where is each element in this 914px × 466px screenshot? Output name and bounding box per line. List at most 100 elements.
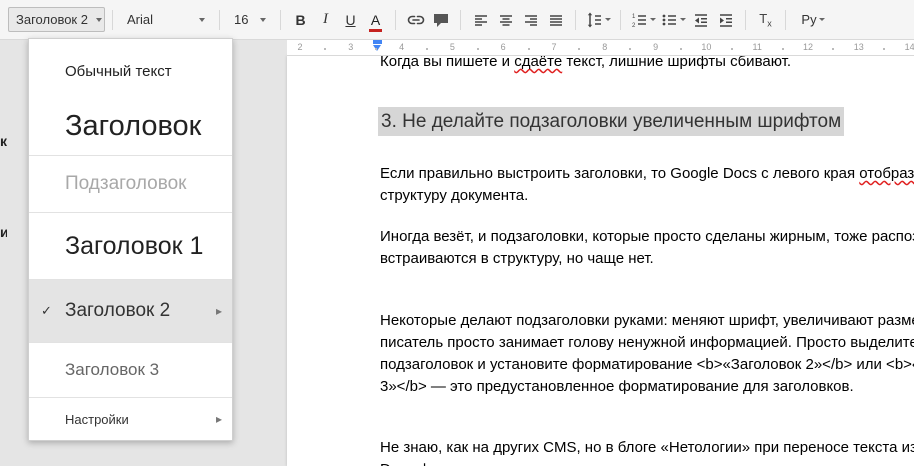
align-left-button[interactable]	[468, 7, 493, 33]
increase-indent-icon	[717, 11, 735, 29]
google-docs-window: Заголовок 2 Arial 16 B I U A	[0, 0, 914, 466]
ruler-tick	[629, 48, 631, 50]
menu-item-title[interactable]: Заголовок	[29, 97, 232, 155]
menu-item-heading-2[interactable]: ✓ Заголовок 2 ▸	[29, 280, 232, 342]
ruler-number: 3	[348, 42, 353, 52]
font-family-value: Arial	[127, 12, 153, 27]
ruler-number: 9	[653, 42, 658, 52]
menu-item-heading-1[interactable]: Заголовок 1	[29, 213, 232, 279]
ruler-number: 8	[602, 42, 607, 52]
highlighted-heading-text: 3. Не делайте подзаголовки увеличенным ш…	[378, 107, 844, 136]
clear-formatting-button[interactable]: Tx	[753, 7, 778, 33]
chevron-down-icon	[680, 18, 686, 21]
doc-paragraph-line[interactable]: 3»</b> — это предустановленное форматиро…	[380, 376, 854, 398]
ruler-number: 5	[450, 42, 455, 52]
insert-comment-button[interactable]	[428, 7, 453, 33]
line-spacing-button[interactable]	[583, 7, 613, 33]
ruler-tick	[324, 48, 326, 50]
chevron-down-icon	[650, 18, 656, 21]
doc-intro-line[interactable]: Когда вы пишете и сдаёте текст, лишние ш…	[380, 56, 791, 73]
increase-indent-button[interactable]	[713, 7, 738, 33]
ruler-number: 6	[501, 42, 506, 52]
ruler-number: 7	[551, 42, 556, 52]
align-justify-icon	[547, 11, 565, 29]
menu-item-label: Заголовок	[65, 110, 201, 143]
menu-item-heading-3[interactable]: Заголовок 3	[29, 343, 232, 397]
doc-paragraph-line[interactable]: встраиваются в структуру, но чаще нет.	[380, 248, 654, 270]
ruler-tick	[680, 48, 682, 50]
paragraph-style-selector[interactable]: Заголовок 2	[8, 7, 105, 32]
chevron-down-icon	[260, 18, 266, 22]
toolbar-separator	[785, 10, 786, 30]
menu-item-options[interactable]: Настройки ▸	[29, 398, 232, 440]
ruler-number: 11	[753, 42, 762, 52]
align-center-button[interactable]	[493, 7, 518, 33]
chevron-down-icon	[605, 18, 611, 21]
menu-item-label: Настройки	[65, 412, 129, 427]
toolbar-separator	[395, 10, 396, 30]
ruler-tick	[731, 48, 733, 50]
toolbar-separator	[219, 10, 220, 30]
chevron-down-icon	[199, 18, 205, 22]
decrease-indent-button[interactable]	[688, 7, 713, 33]
font-family-selector[interactable]: Arial	[120, 7, 212, 32]
font-size-value: 16	[234, 12, 248, 27]
svg-text:2: 2	[632, 23, 636, 29]
ruler-tick	[782, 48, 784, 50]
align-left-icon	[472, 11, 490, 29]
font-size-selector[interactable]: 16	[227, 7, 273, 32]
doc-paragraph-line[interactable]: Если правильно выстроить заголовки, то G…	[380, 163, 914, 185]
text-color-icon: A	[371, 13, 380, 27]
doc-paragraph-line[interactable]: Иногда везёт, и подзаголовки, которые пр…	[380, 226, 914, 248]
ruler-number: 10	[701, 42, 711, 52]
align-justify-button[interactable]	[543, 7, 568, 33]
chevron-down-icon	[819, 18, 825, 21]
doc-paragraph-line[interactable]: Не знаю, как на других CMS, но в блоге «…	[380, 437, 914, 459]
ruler-number: 4	[399, 42, 404, 52]
bulleted-list-button[interactable]	[658, 7, 688, 33]
ruler-tick	[832, 48, 834, 50]
insert-link-button[interactable]	[403, 7, 428, 33]
clear-formatting-icon: Tx	[759, 11, 771, 29]
doc-paragraph-line[interactable]: структуру документа.	[380, 185, 528, 207]
bold-button[interactable]: B	[288, 7, 313, 33]
doc-heading-2[interactable]: 3. Не делайте подзаголовки увеличенным ш…	[378, 111, 844, 133]
toolbar-separator	[112, 10, 113, 30]
doc-paragraph-line[interactable]: Некоторые делают подзаголовки руками: ме…	[380, 310, 914, 332]
text-color-button[interactable]: A	[363, 7, 388, 33]
numbered-list-button[interactable]: 1 2	[628, 7, 658, 33]
underline-label: U	[345, 12, 355, 28]
toolbar-separator	[575, 10, 576, 30]
document-page[interactable]: Когда вы пишете и сдаёте текст, лишние ш…	[287, 56, 914, 466]
input-tools-label: Ру	[801, 12, 816, 27]
decrease-indent-icon	[692, 11, 710, 29]
doc-text: текст, лишние шрифты сбивают.	[562, 56, 791, 70]
align-right-button[interactable]	[518, 7, 543, 33]
italic-button[interactable]: I	[313, 7, 338, 33]
bold-label: B	[295, 12, 305, 28]
doc-paragraph-line[interactable]: писатель просто занимает голову ненужной…	[380, 332, 914, 354]
chevron-down-icon	[96, 18, 102, 22]
submenu-arrow-icon: ▸	[216, 412, 222, 426]
paragraph-style-value: Заголовок 2	[16, 12, 88, 27]
outline-fragment: и	[0, 224, 7, 240]
menu-item-label: Заголовок 2	[65, 300, 170, 322]
ruler-number: 2	[297, 42, 302, 52]
input-tools-button[interactable]: Ру	[793, 7, 833, 33]
bulleted-list-icon	[660, 11, 678, 29]
ruler-tick	[477, 48, 479, 50]
menu-item-subtitle[interactable]: Подзаголовок	[29, 156, 232, 212]
underline-button[interactable]: U	[338, 7, 363, 33]
menu-item-normal-text[interactable]: Обычный текст	[29, 45, 232, 97]
doc-paragraph-line[interactable]: Docs форматирование заголовков сохраняет…	[380, 459, 715, 466]
numbered-list-icon: 1 2	[630, 11, 648, 29]
align-center-icon	[497, 11, 515, 29]
toolbar-separator	[460, 10, 461, 30]
ruler[interactable]: 234567891011121314	[287, 40, 914, 56]
toolbar: Заголовок 2 Arial 16 B I U A	[0, 0, 914, 40]
ruler-tick	[426, 48, 428, 50]
doc-paragraph-line[interactable]: подзаголовок и установите форматирование…	[380, 354, 914, 376]
align-right-icon	[522, 11, 540, 29]
first-line-indent-marker[interactable]	[373, 40, 382, 44]
doc-text: Когда вы пишете и	[380, 56, 514, 70]
